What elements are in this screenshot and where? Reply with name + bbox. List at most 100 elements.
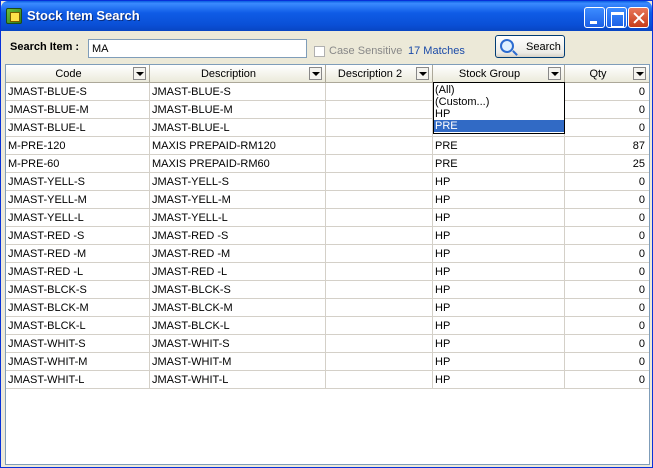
description-cell: JMAST-RED -M xyxy=(150,245,326,263)
description2-cell xyxy=(326,227,433,245)
stock-group-cell: HP xyxy=(433,281,565,299)
qty-cell: 0 xyxy=(638,356,645,368)
filter-dropdown-button[interactable] xyxy=(548,67,561,80)
table-row[interactable]: JMAST-YELL-L JMAST-YELL-L HP 0 xyxy=(6,209,649,227)
case-sensitive-label: Case Sensitive xyxy=(329,45,403,57)
dropdown-option-hp[interactable]: HP xyxy=(434,108,564,120)
code-cell: JMAST-BLUE-S xyxy=(6,83,150,101)
stock-group-cell: HP xyxy=(433,353,565,371)
column-header-label: Description 2 xyxy=(337,68,403,80)
table-row[interactable]: JMAST-BLCK-S JMAST-BLCK-S HP 0 xyxy=(6,281,649,299)
qty-cell: 0 xyxy=(638,374,645,386)
stock-group-cell: HP xyxy=(433,299,565,317)
description2-cell xyxy=(326,335,433,353)
column-header-qty[interactable]: Qty xyxy=(565,65,649,83)
table-row[interactable]: JMAST-WHIT-M JMAST-WHIT-M HP 0 xyxy=(6,353,649,371)
description-cell: JMAST-BLCK-L xyxy=(150,317,326,335)
filter-dropdown-button[interactable] xyxy=(633,67,646,80)
filter-dropdown-button[interactable] xyxy=(416,67,429,80)
table-row[interactable]: JMAST-YELL-M JMAST-YELL-M HP 0 xyxy=(6,191,649,209)
qty-cell: 0 xyxy=(638,320,645,332)
qty-cell: 0 xyxy=(638,338,645,350)
filter-dropdown-button[interactable] xyxy=(133,67,146,80)
description2-cell xyxy=(326,83,433,101)
matches-count: 17 Matches xyxy=(408,45,465,57)
code-cell: JMAST-YELL-M xyxy=(6,191,150,209)
description-cell: JMAST-BLUE-M xyxy=(150,101,326,119)
dropdown-option-all[interactable]: (All) xyxy=(434,84,564,96)
maximize-button[interactable] xyxy=(606,7,627,28)
stock-group-cell: HP xyxy=(433,173,565,191)
qty-cell: 0 xyxy=(638,284,645,296)
code-cell: JMAST-WHIT-S xyxy=(6,335,150,353)
code-cell: JMAST-BLCK-S xyxy=(6,281,150,299)
table-row[interactable]: M-PRE-60 MAXIS PREPAID-RM60 PRE 25 xyxy=(6,155,649,173)
table-row[interactable]: JMAST-BLCK-M JMAST-BLCK-M HP 0 xyxy=(6,299,649,317)
table-row[interactable]: JMAST-RED -L JMAST-RED -L HP 0 xyxy=(6,263,649,281)
column-header-description[interactable]: Description xyxy=(150,65,326,83)
filter-dropdown-button[interactable] xyxy=(309,67,322,80)
code-cell: M-PRE-60 xyxy=(6,155,150,173)
table-row[interactable]: JMAST-WHIT-L JMAST-WHIT-L HP 0 xyxy=(6,371,649,389)
qty-cell: 0 xyxy=(638,194,645,206)
search-input[interactable] xyxy=(88,39,307,58)
stock-group-cell: HP xyxy=(433,335,565,353)
column-header-code[interactable]: Code xyxy=(6,65,150,83)
description2-cell xyxy=(326,371,433,389)
search-item-label: Search Item : xyxy=(10,41,80,53)
case-sensitive-checkbox[interactable] xyxy=(314,46,325,57)
column-header-label: Stock Group xyxy=(458,68,521,80)
qty-cell: 0 xyxy=(638,86,645,98)
stock-group-cell: PRE xyxy=(433,155,565,173)
table-row[interactable]: M-PRE-120 MAXIS PREPAID-RM120 PRE 87 xyxy=(6,137,649,155)
title-bar[interactable]: Stock Item Search xyxy=(1,1,652,31)
description2-cell xyxy=(326,137,433,155)
table-row[interactable]: JMAST-WHIT-S JMAST-WHIT-S HP 0 xyxy=(6,335,649,353)
column-header-label: Description xyxy=(200,68,257,80)
stock-group-cell: HP xyxy=(433,209,565,227)
dropdown-option-pre[interactable]: PRE xyxy=(434,120,564,132)
description-cell: JMAST-YELL-L xyxy=(150,209,326,227)
description-cell: MAXIS PREPAID-RM60 xyxy=(150,155,326,173)
qty-cell: 0 xyxy=(638,212,645,224)
description-cell: JMAST-RED -S xyxy=(150,227,326,245)
table-row[interactable]: JMAST-BLCK-L JMAST-BLCK-L HP 0 xyxy=(6,317,649,335)
description-cell: MAXIS PREPAID-RM120 xyxy=(150,137,326,155)
stock-group-cell: HP xyxy=(433,245,565,263)
table-row[interactable]: JMAST-YELL-S JMAST-YELL-S HP 0 xyxy=(6,173,649,191)
column-header-description-2[interactable]: Description 2 xyxy=(326,65,433,83)
description-cell: JMAST-YELL-M xyxy=(150,191,326,209)
search-button[interactable]: Search xyxy=(495,35,565,58)
stock-group-cell: HP xyxy=(433,371,565,389)
stock-group-filter-dropdown[interactable]: (All) (Custom...) HP PRE xyxy=(433,82,565,134)
minimize-button[interactable] xyxy=(584,7,605,28)
stock-item-search-window: Stock Item Search Search Item : Case Sen… xyxy=(0,0,653,468)
description-cell: JMAST-BLUE-S xyxy=(150,83,326,101)
app-icon xyxy=(6,8,22,24)
description2-cell xyxy=(326,281,433,299)
table-row[interactable]: JMAST-RED -M JMAST-RED -M HP 0 xyxy=(6,245,649,263)
table-row[interactable]: JMAST-RED -S JMAST-RED -S HP 0 xyxy=(6,227,649,245)
description-cell: JMAST-BLCK-M xyxy=(150,299,326,317)
qty-cell: 0 xyxy=(638,104,645,116)
description2-cell xyxy=(326,263,433,281)
dropdown-option-custom[interactable]: (Custom...) xyxy=(434,96,564,108)
stock-group-cell: HP xyxy=(433,191,565,209)
description2-cell xyxy=(326,173,433,191)
description2-cell xyxy=(326,245,433,263)
description-cell: JMAST-WHIT-M xyxy=(150,353,326,371)
column-header-stock-group[interactable]: Stock Group xyxy=(433,65,565,83)
code-cell: JMAST-YELL-S xyxy=(6,173,150,191)
column-header-label: Qty xyxy=(589,68,607,80)
code-cell: JMAST-BLUE-L xyxy=(6,119,150,137)
search-button-label: Search xyxy=(526,41,561,53)
description2-cell xyxy=(326,101,433,119)
column-header-label: Code xyxy=(55,68,82,80)
qty-cell: 0 xyxy=(638,122,645,134)
description2-cell xyxy=(326,209,433,227)
code-cell: JMAST-RED -M xyxy=(6,245,150,263)
code-cell: M-PRE-120 xyxy=(6,137,150,155)
description2-cell xyxy=(326,155,433,173)
close-button[interactable] xyxy=(628,7,649,28)
code-cell: JMAST-WHIT-M xyxy=(6,353,150,371)
